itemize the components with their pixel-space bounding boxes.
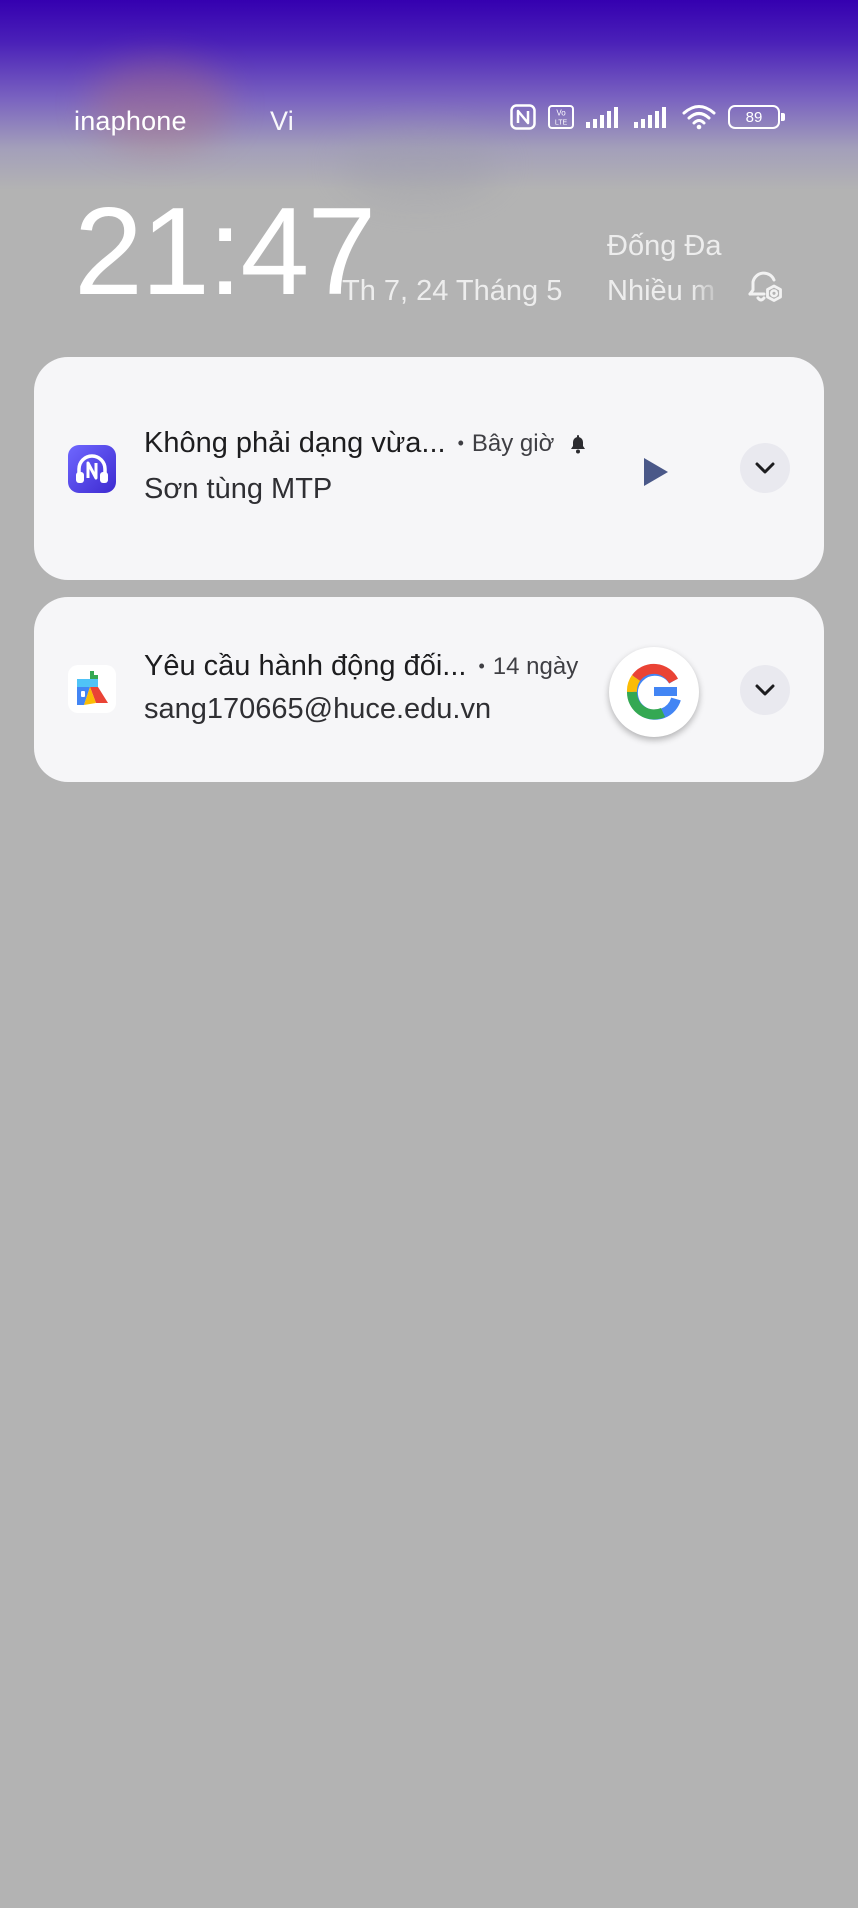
bell-icon [571, 434, 586, 453]
expand-button[interactable] [740, 665, 790, 715]
chevron-down-icon [755, 462, 775, 474]
wifi-icon [682, 105, 716, 130]
carrier-1-label: inaphone [74, 106, 187, 136]
alarm-settings-icon[interactable] [740, 262, 788, 310]
notification-time: 14 ngày [478, 653, 578, 681]
nfc-icon [510, 104, 536, 130]
signal-icon [586, 107, 618, 128]
volte-icon: Vo LTE [548, 105, 574, 129]
play-icon[interactable] [634, 452, 674, 492]
notification-music[interactable]: Không phải dạng vừa... Bây giờ Sơn tùng … [34, 357, 824, 580]
battery-icon: 89 [728, 105, 785, 129]
notification-text: Sơn tùng MTP [144, 473, 333, 505]
notification-google-play-services[interactable]: Yêu cầu hành động đối... 14 ngày sang170… [34, 597, 824, 782]
music-app-icon [68, 445, 116, 493]
chevron-down-icon [755, 684, 775, 696]
weather-description: Nhiều m [607, 275, 715, 307]
google-logo-thumbnail [609, 647, 699, 737]
notification-time: Bây giờ [458, 430, 554, 458]
date: Th 7, 24 Tháng 5 [342, 275, 563, 307]
notification-text: sang170665@huce.edu.vn [144, 693, 492, 725]
notification-header: Yêu cầu hành động đối... 14 ngày [144, 650, 578, 683]
google-play-services-icon [68, 665, 116, 713]
google-logo-icon [627, 663, 681, 720]
status-icons: Vo LTE 89 [510, 104, 785, 130]
notification-header: Không phải dạng vừa... Bây giờ [144, 427, 590, 460]
status-bar: inaphone Vi Vo LTE 89 [0, 96, 858, 148]
lock-screen-header: 21:47 Th 7, 24 Tháng 5 Đống Đa Nhiều m [0, 190, 858, 330]
notification-title: Không phải dạng vừa... [144, 427, 446, 459]
battery-level: 89 [745, 108, 763, 126]
svg-text:LTE: LTE [555, 120, 568, 127]
carrier-2-label: Vi [270, 106, 294, 136]
weather-location: Đống Đa [607, 230, 722, 262]
signal-icon [634, 107, 666, 128]
expand-button[interactable] [740, 443, 790, 493]
clock: 21:47 [74, 183, 376, 321]
notification-title: Yêu cầu hành động đối... [144, 650, 467, 682]
svg-text:Vo: Vo [556, 109, 566, 118]
